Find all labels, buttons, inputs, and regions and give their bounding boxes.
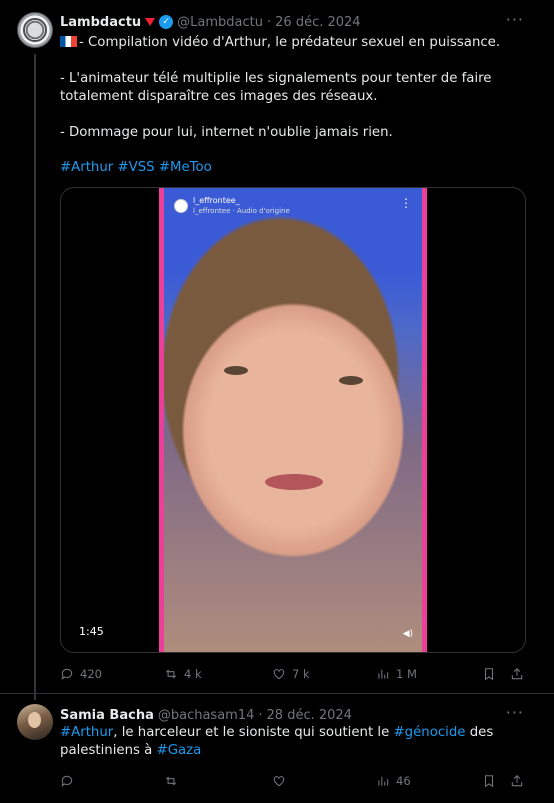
views-icon: [378, 669, 389, 679]
like-icon: [273, 776, 285, 787]
action-bar: 420 4 k 7 k 1 M: [60, 664, 526, 684]
author-handle[interactable]: @Lambdactu: [177, 15, 263, 30]
video-overlay-header: l_effrontee_ l_effrontee · Audio d'origi…: [174, 196, 290, 216]
video-player[interactable]: l_effrontee_ l_effrontee · Audio d'origi…: [60, 187, 526, 653]
hashtag-metoo[interactable]: #MeToo: [159, 160, 212, 175]
hashtag-row: #Arthur #VSS #MeToo: [60, 159, 530, 177]
views-count: 46: [396, 774, 411, 788]
bookmark-button[interactable]: [482, 667, 496, 681]
tweet-text-part: , le harceleur et le sioniste qui soutie…: [113, 725, 394, 740]
reply-button[interactable]: [60, 774, 74, 788]
hashtag-vss[interactable]: #VSS: [117, 160, 154, 175]
reply-icon: [61, 668, 73, 680]
tweet-main[interactable]: Lambdactu ✓ @Lambdactu · 26 déc. 2024 ··…: [0, 0, 554, 700]
video-audio: l_effrontee · Audio d'origine: [193, 207, 290, 215]
video-frame[interactable]: l_effrontee_ l_effrontee · Audio d'origi…: [159, 188, 427, 652]
tweet-text: #Arthur, le harceleur et le sioniste qui…: [60, 724, 530, 760]
share-icon: [511, 775, 523, 787]
tweet-text-1: - Compilation vidéo d'Arthur, le prédate…: [79, 35, 501, 50]
video-channel: l_effrontee_: [193, 196, 240, 205]
mouth: [265, 474, 323, 490]
hashtag-arthur[interactable]: #Arthur: [60, 160, 113, 175]
france-flag-icon: [60, 36, 77, 47]
avatar[interactable]: [17, 704, 53, 740]
author-name[interactable]: Lambdactu: [60, 15, 141, 30]
bookmark-icon: [484, 775, 494, 788]
bookmark-button[interactable]: [482, 774, 496, 788]
video-more-icon: ⋮: [400, 196, 412, 210]
like-count: 7 k: [292, 667, 310, 681]
reply-count: 420: [80, 667, 102, 681]
eye-right: [339, 376, 363, 385]
verified-icon: ✓: [159, 15, 174, 29]
more-icon[interactable]: ···: [506, 703, 524, 722]
bookmark-icon: [484, 668, 494, 681]
share-button[interactable]: [510, 774, 524, 788]
repost-button[interactable]: 4 k: [164, 667, 202, 681]
author-name[interactable]: Samia Bacha: [60, 708, 154, 723]
repost-icon: [165, 776, 177, 786]
video-channel-avatar: [174, 199, 188, 213]
mute-icon[interactable]: ◀): [403, 629, 413, 639]
tweet-reply[interactable]: Samia Bacha @bachasam14 · 28 déc. 2024 ·…: [0, 693, 554, 803]
hashtag-arthur[interactable]: #Arthur: [60, 725, 113, 740]
tweet-text-2: - L'animateur télé multiplie les signale…: [60, 71, 492, 104]
views-button[interactable]: 1 M: [376, 667, 417, 681]
tweet-date[interactable]: 28 déc. 2024: [267, 708, 352, 723]
red-triangle-icon: [145, 18, 156, 26]
tweet-header: Lambdactu ✓ @Lambdactu · 26 déc. 2024: [60, 14, 361, 30]
video-duration: 1:45: [79, 625, 104, 638]
like-icon: [273, 669, 285, 680]
views-count: 1 M: [396, 667, 417, 681]
tweet-header: Samia Bacha @bachasam14 · 28 déc. 2024: [60, 707, 352, 723]
reply-button[interactable]: 420: [60, 667, 102, 681]
tweet-text-3: - Dommage pour lui, internet n'oublie ja…: [60, 125, 393, 140]
reply-icon: [61, 775, 73, 787]
repost-count: 4 k: [184, 667, 202, 681]
share-button[interactable]: [510, 667, 524, 681]
like-button[interactable]: [272, 774, 286, 788]
author-handle[interactable]: @bachasam14: [158, 708, 255, 723]
repost-icon: [165, 669, 177, 679]
eye-left: [224, 366, 248, 375]
avatar[interactable]: [17, 12, 53, 48]
hashtag-gaza[interactable]: #Gaza: [157, 743, 202, 758]
video-image: l_effrontee_ l_effrontee · Audio d'origi…: [164, 188, 422, 652]
share-icon: [511, 668, 523, 680]
repost-button[interactable]: [164, 774, 178, 788]
more-icon[interactable]: ···: [506, 10, 524, 29]
tweet-text-line1: - Compilation vidéo d'Arthur, le prédate…: [60, 34, 530, 52]
hashtag-genocide[interactable]: #génocide: [394, 725, 466, 740]
views-icon: [378, 776, 389, 786]
separator: ·: [267, 14, 272, 30]
like-button[interactable]: 7 k: [272, 667, 310, 681]
views-button[interactable]: 46: [376, 774, 411, 788]
tweet-date[interactable]: 26 déc. 2024: [275, 15, 360, 30]
separator: ·: [258, 707, 263, 723]
thread-line: [34, 54, 36, 700]
action-bar: 46: [60, 771, 526, 791]
